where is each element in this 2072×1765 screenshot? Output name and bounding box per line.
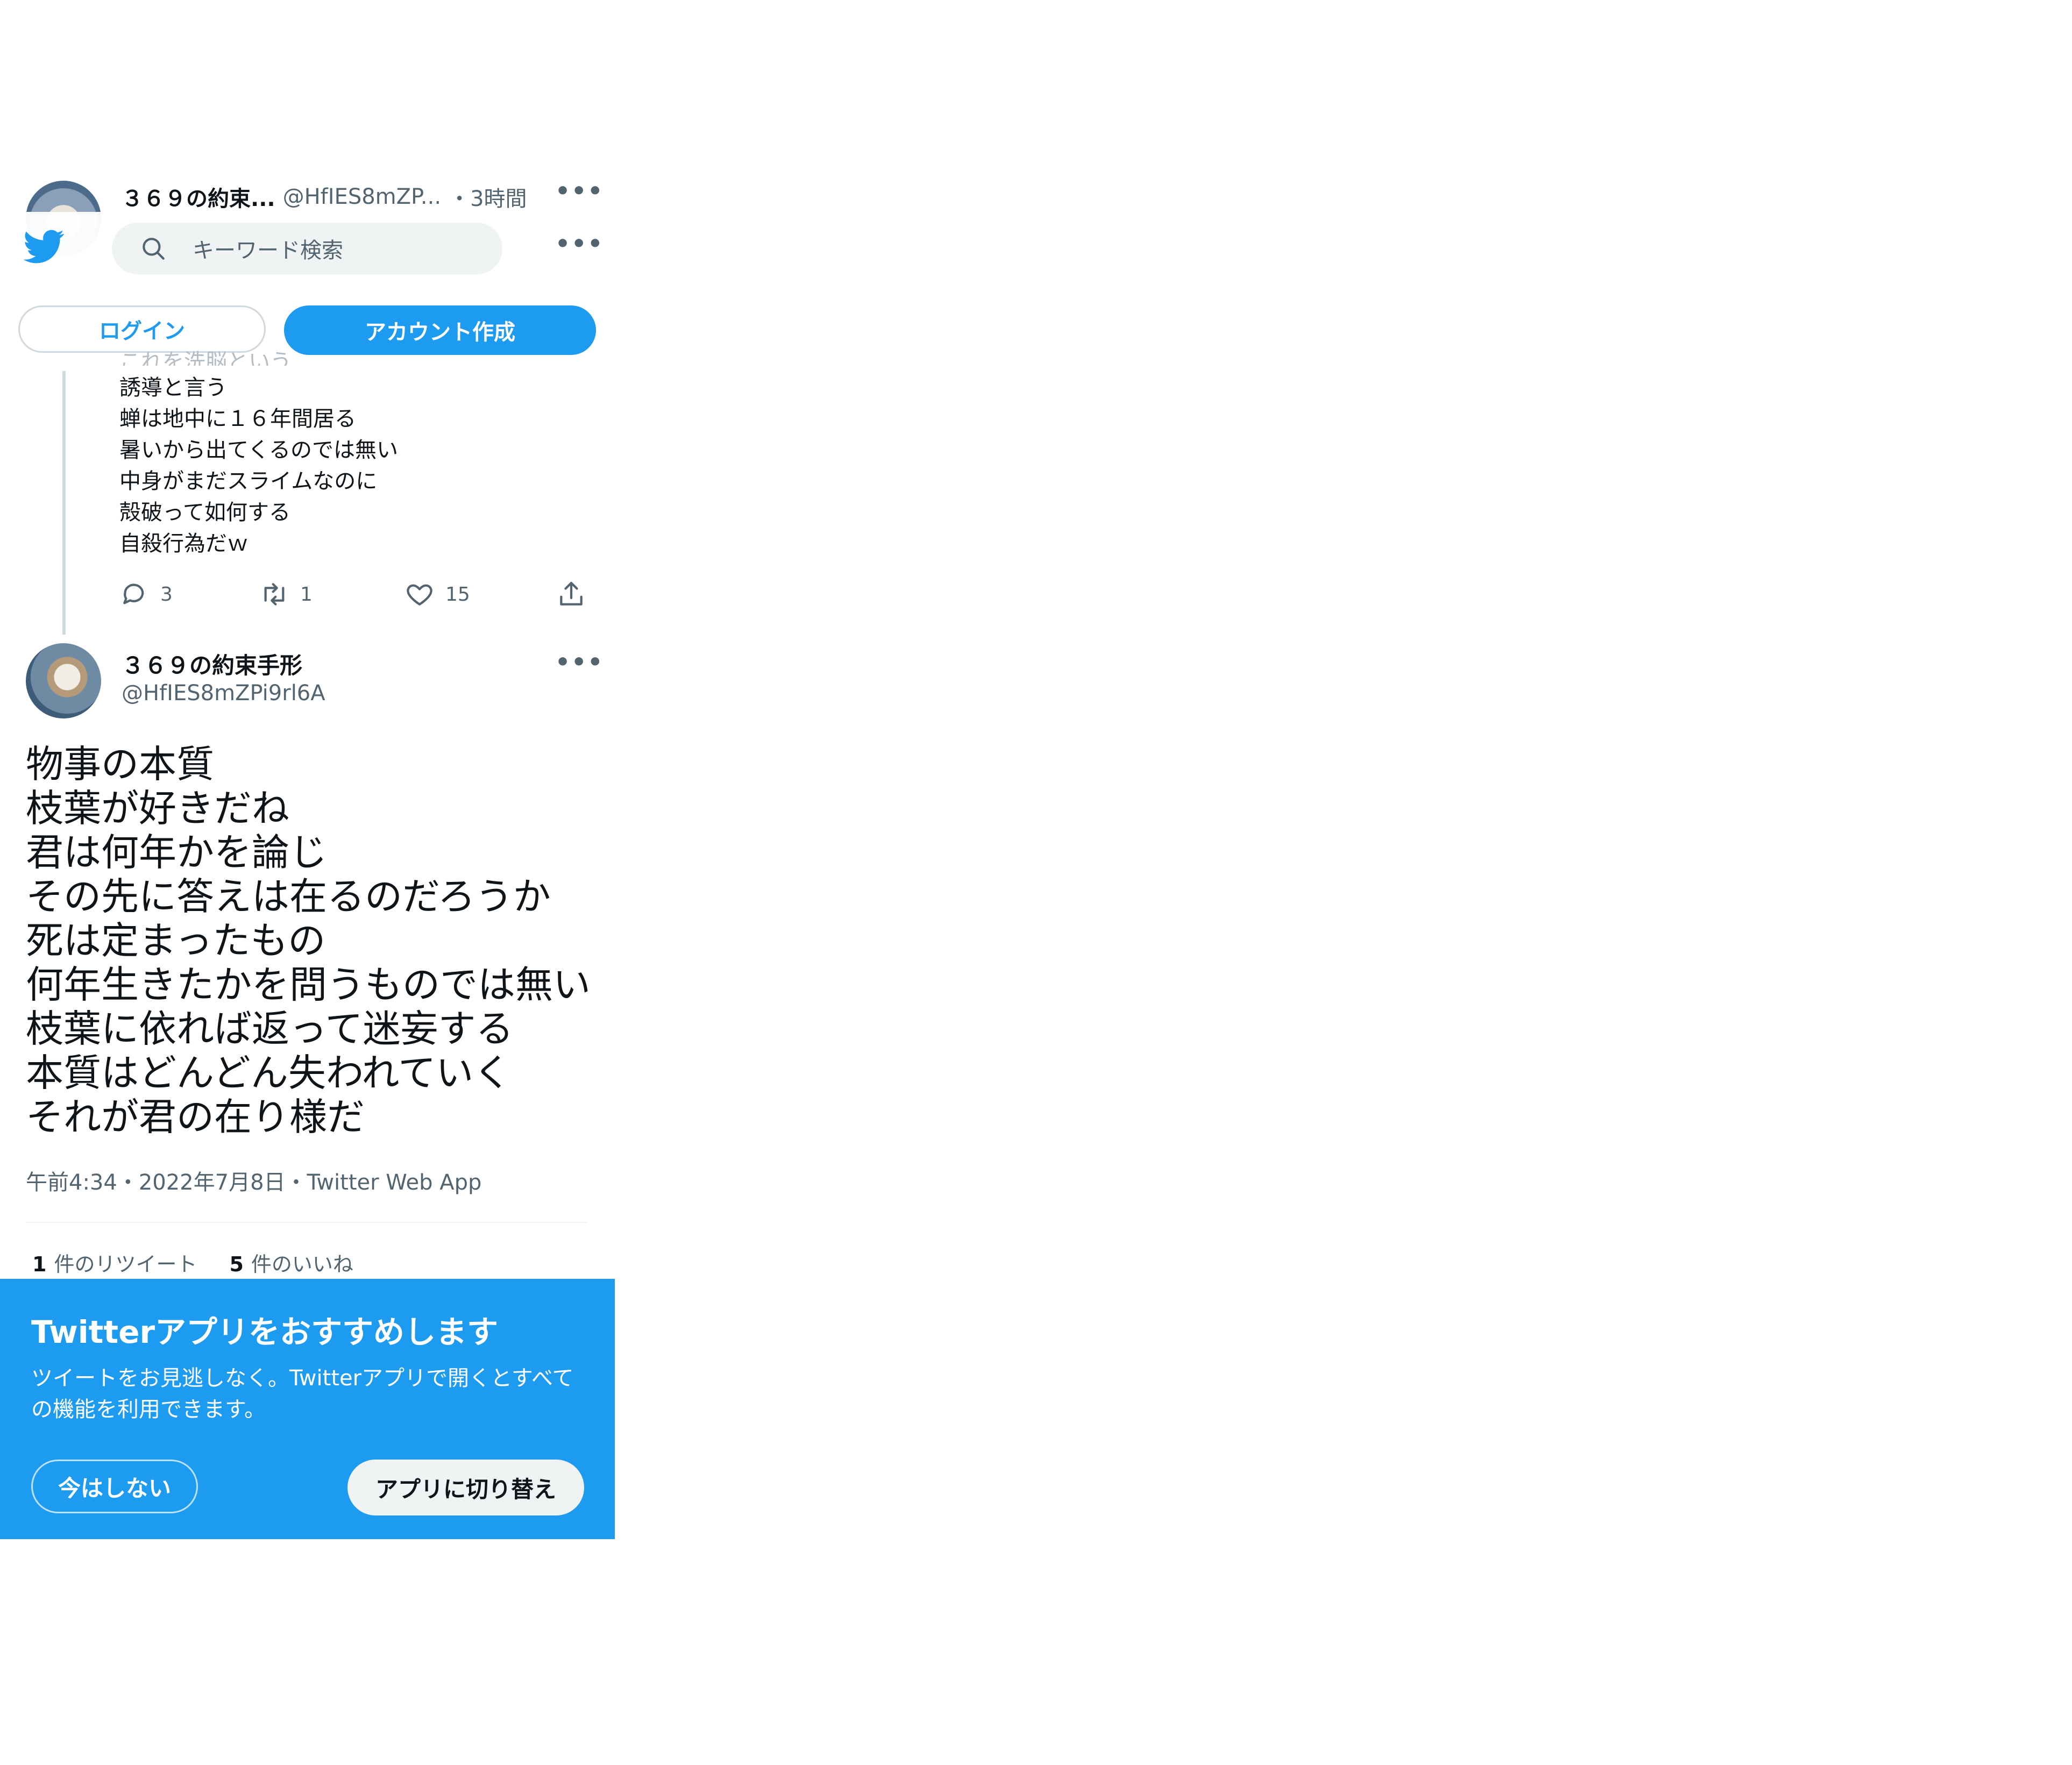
meta-separator: ・ xyxy=(117,1170,139,1195)
parent-tweet-handle: @HfIES8mZP... xyxy=(282,184,442,209)
parent-tweet-line: 自殺行為だｗ xyxy=(119,531,249,556)
main-tweet-line: 本質はどんどん失われていく xyxy=(26,1051,512,1095)
meta-separator: ・ xyxy=(285,1170,307,1195)
share-icon xyxy=(560,581,583,606)
parent-tweet-line: 誘導と言う xyxy=(119,375,227,400)
main-tweet-more-icon[interactable]: ••• xyxy=(555,649,604,676)
twitter-bird-icon[interactable] xyxy=(24,226,65,267)
main-tweet-line: 死は定まったもの xyxy=(26,919,326,963)
app-promo-title: Twitterアプリをおすすめします xyxy=(31,1314,499,1350)
retweet-button[interactable]: 1 xyxy=(259,575,313,613)
more-horizontal-icon[interactable]: ••• xyxy=(555,230,604,258)
likes-stat[interactable]: 5 件のいいね xyxy=(229,1248,353,1277)
parent-tweet-line: 殻破って如何する xyxy=(119,500,290,525)
tweet-source: Twitter Web App xyxy=(307,1170,482,1195)
parent-tweet-line: 暑いから出てくるのでは無い xyxy=(119,438,398,462)
tweet-time-link[interactable]: 午前4:34 xyxy=(26,1170,117,1195)
switch-to-app-button[interactable]: アプリに切り替え xyxy=(347,1460,584,1515)
parent-tweet-line: 蝉は地中に１６年間居る xyxy=(119,407,356,431)
main-tweet-line: 物事の本質 xyxy=(26,742,214,786)
search-icon xyxy=(143,238,165,260)
main-tweet-line: 枝葉が好きだね xyxy=(26,786,289,830)
search-input[interactable]: キーワード検索 xyxy=(112,223,502,274)
parent-tweet-header: ３６９の約束... @HfIES8mZP... ・3時間 xyxy=(122,181,527,213)
app-promo-description: ツイートをお見逃しなく。Twitterアプリで開くとすべての機能を利用できます。 xyxy=(31,1366,574,1422)
retweets-stat-label: 件のリツイート xyxy=(54,1252,197,1276)
retweets-stat[interactable]: 1 件のリツイート xyxy=(32,1248,197,1277)
share-button[interactable] xyxy=(556,575,586,613)
not-now-button[interactable]: 今はしない xyxy=(31,1460,198,1513)
tweet-stats: 1 件のリツイート 5 件のいいね xyxy=(32,1248,353,1277)
parent-tweet-text: 誘導と言う 蝉は地中に１６年間居る 暑いから出てくるのでは無い 中身がまだスライ… xyxy=(119,372,398,559)
retweet-icon xyxy=(264,583,285,606)
reply-count: 3 xyxy=(160,583,173,606)
main-tweet-line: 枝葉に依れば返って迷妄する xyxy=(26,1007,514,1051)
likes-stat-count: 5 xyxy=(229,1252,244,1276)
tweet-date-link[interactable]: 2022年7月8日 xyxy=(139,1170,286,1195)
likes-stat-label: 件のいいね xyxy=(251,1252,353,1276)
search-placeholder: キーワード検索 xyxy=(193,238,343,263)
parent-tweet-display-name[interactable]: ３６９の約束... xyxy=(122,181,275,212)
retweet-count: 1 xyxy=(300,583,313,606)
like-count: 15 xyxy=(445,583,470,606)
reply-button[interactable]: 3 xyxy=(119,575,173,613)
heart-icon xyxy=(407,584,432,606)
main-tweet-text: 物事の本質 枝葉が好きだね 君は何年かを論じ その先に答えは在るのだろうか 死は… xyxy=(26,742,591,1139)
like-button[interactable]: 15 xyxy=(405,575,470,613)
parent-tweet-actions: 3 1 15 xyxy=(119,575,593,613)
parent-tweet-more-icon[interactable]: ••• xyxy=(555,177,604,205)
main-tweet-handle[interactable]: @HfIES8mZPi9rl6A xyxy=(122,681,325,706)
divider xyxy=(26,1222,588,1223)
main-tweet-meta: 午前4:34・2022年7月8日・Twitter Web App xyxy=(26,1165,481,1196)
parent-tweet-time[interactable]: ・3時間 xyxy=(449,181,527,212)
reply-icon xyxy=(123,583,144,604)
main-tweet-line: 何年生きたかを問うものでは無い xyxy=(26,963,591,1007)
main-tweet-line: 君は何年かを論じ xyxy=(26,830,327,874)
parent-tweet-faded-line: これを洗脳という xyxy=(119,350,292,366)
main-tweet-display-name[interactable]: ３６９の約束手形 xyxy=(122,647,302,680)
main-tweet-line: その先に答えは在るのだろうか xyxy=(26,874,551,919)
main-tweet-line: それが君の在り様だ xyxy=(26,1095,365,1139)
retweets-stat-count: 1 xyxy=(32,1252,47,1276)
main-tweet-avatar[interactable] xyxy=(26,643,101,718)
thread-connector-line xyxy=(62,371,66,635)
signup-button[interactable]: アカウント作成 xyxy=(284,305,596,355)
parent-tweet-line: 中身がまだスライムなのに xyxy=(119,469,378,494)
